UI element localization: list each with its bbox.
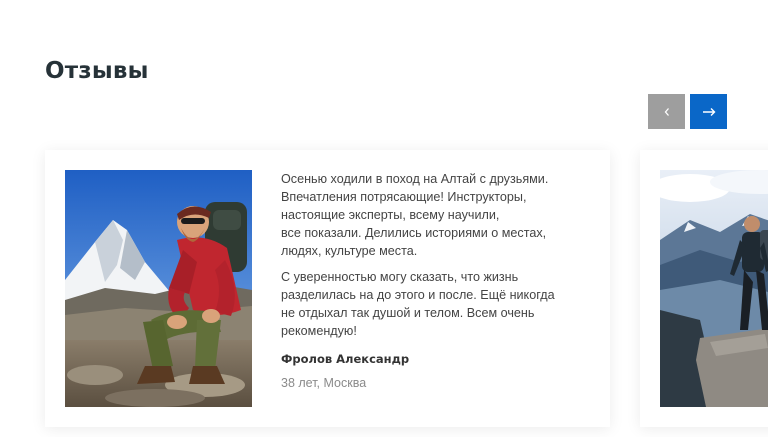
review-paragraph: Осенью ходили в поход на Алтай с друзьям… <box>281 170 581 260</box>
review-card <box>640 150 768 427</box>
review-text: Осенью ходили в поход на Алтай с друзьям… <box>281 170 581 392</box>
review-author-meta: 38 лет, Москва <box>281 376 367 390</box>
review-line: С уверенностью могу сказать, что жизнь <box>281 270 519 284</box>
review-line: разделилась на до этого и после. Ещё ник… <box>281 288 555 302</box>
review-line: людях, культуре места. <box>281 244 418 258</box>
hiker-on-cliff-photo <box>660 170 768 407</box>
review-paragraph: С уверенностью могу сказать, что жизнь р… <box>281 268 581 340</box>
review-line: не отдыхал так душой и телом. Всем очень <box>281 306 535 320</box>
hiker-in-mountains-photo <box>65 170 252 407</box>
slider-next-button[interactable] <box>690 94 727 129</box>
review-line: все показали. Делились историями о места… <box>281 226 547 240</box>
section-title: Отзывы <box>45 58 149 84</box>
review-author: Фролов Александр <box>281 352 410 366</box>
review-line: Впечатления потрясающие! Инструкторы, <box>281 190 527 204</box>
reviews-section: Отзывы Осенью ходили в поход на Алтай с … <box>0 0 768 437</box>
review-line: настоящие эксперты, всему научили, <box>281 208 500 222</box>
review-card: Осенью ходили в поход на Алтай с друзьям… <box>45 150 610 427</box>
review-line: Осенью ходили в поход на Алтай с друзьям… <box>281 172 549 186</box>
arrow-right-icon <box>702 107 716 117</box>
slider-prev-button[interactable] <box>648 94 685 129</box>
chevron-left-icon <box>663 107 671 117</box>
review-line: рекомендую! <box>281 324 357 338</box>
